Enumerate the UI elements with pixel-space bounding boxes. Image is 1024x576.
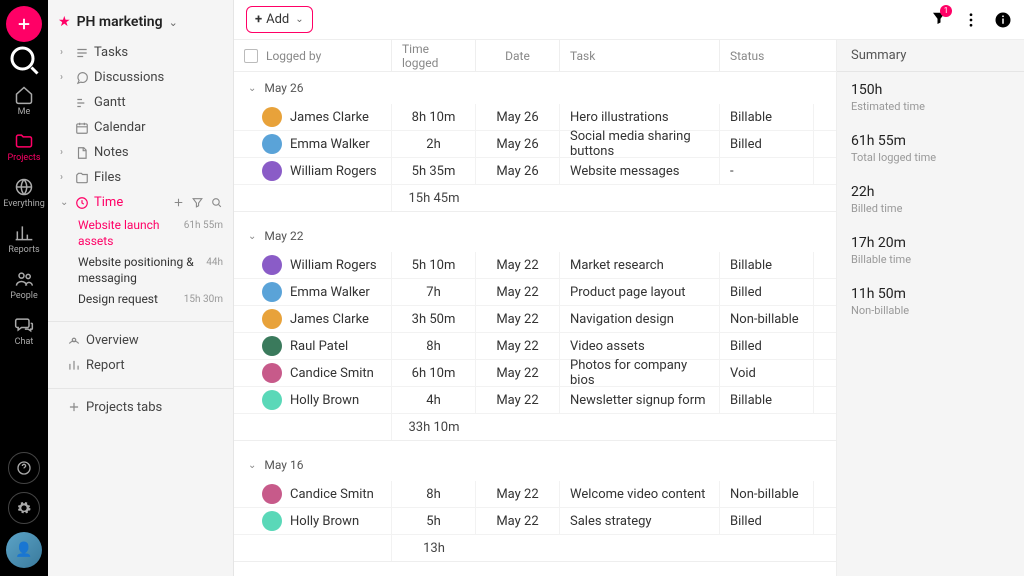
group-subtotal: 13h [234,535,836,562]
sidebar-overview[interactable]: Overview [48,328,233,353]
col-status: Status [720,40,814,71]
table-row[interactable]: Holly Brown 5h May 22 Sales strategy Bil… [234,508,836,535]
col-date: Date [476,40,560,71]
rail-chat[interactable]: Chat [0,308,48,354]
search-icon[interactable] [210,196,223,209]
sidebar-files[interactable]: ›Files [48,165,233,190]
info-icon[interactable] [994,11,1012,29]
rail-people[interactable]: People [0,262,48,308]
table-row[interactable]: James Clarke 3h 50m May 22 Navigation de… [234,306,836,333]
rail-everything[interactable]: Everything [0,170,48,216]
table-row[interactable]: James Clarke 8h 10m May 26 Hero illustra… [234,104,836,131]
sidebar-calendar[interactable]: Calendar [48,115,233,140]
time-sub-item[interactable]: Website launch assets61h 55m [48,215,233,252]
more-icon[interactable] [962,11,980,29]
summary-item: 17h 20mBillable time [837,225,1024,276]
date-group-header[interactable]: ⌄May 16 [234,449,836,481]
filter-icon[interactable] [191,196,204,209]
search-button[interactable] [6,42,42,78]
table-row[interactable]: Emma Walker 7h May 22 Product page layou… [234,279,836,306]
star-icon: ★ [58,14,71,30]
summary-item: 22hBilled time [837,174,1024,225]
sidebar-projects-tabs[interactable]: Projects tabs [48,395,233,420]
rail-projects[interactable]: Projects [0,124,48,170]
rail-reports[interactable]: Reports [0,216,48,262]
project-name: PH marketing [77,14,163,30]
group-subtotal: 15h 45m [234,185,836,212]
summary-item: 11h 50mNon-billable [837,276,1024,327]
date-group-header[interactable]: ⌄May 26 [234,72,836,104]
date-group-header[interactable]: ⌄May 22 [234,220,836,252]
chevron-down-icon: ⌄ [169,16,178,29]
summary-item: 61h 55mTotal logged time [837,123,1024,174]
summary-title: Summary [837,40,1024,72]
table-row[interactable]: Emma Walker 2h May 26 Social media shari… [234,131,836,158]
table-row[interactable]: William Rogers 5h 35m May 26 Website mes… [234,158,836,185]
topbar: + Add ⌄ [234,0,1024,40]
group-subtotal: 33h 10m [234,414,836,441]
settings-button[interactable] [8,492,40,524]
col-task: Task [560,40,720,71]
rail-me[interactable]: Me [0,78,48,124]
sidebar-time[interactable]: ⌄ Time [48,190,233,215]
time-table: Logged by Time logged Date Task Status ⌄… [234,40,836,576]
sidebar-report[interactable]: Report [48,353,233,378]
select-all-checkbox[interactable] [244,49,258,63]
table-row[interactable]: Holly Brown 4h May 22 Newsletter signup … [234,387,836,414]
user-avatar[interactable]: 👤 [6,532,42,568]
summary-item: 150hEstimated time [837,72,1024,123]
summary-panel: Summary 150hEstimated time61h 55mTotal l… [836,40,1024,576]
table-row[interactable]: Candice Smitn 8h May 22 Welcome video co… [234,481,836,508]
sidebar: ★ PH marketing ⌄ ›Tasks ›Discussions Gan… [48,0,234,576]
chevron-down-icon: ⌄ [295,14,303,25]
project-switcher[interactable]: ★ PH marketing ⌄ [48,8,233,40]
sidebar-gantt[interactable]: Gantt [48,90,233,115]
table-row[interactable]: Raul Patel 8h May 22 Video assets Billed [234,333,836,360]
col-time-logged: Time logged [392,40,476,71]
filter-button[interactable] [930,9,948,31]
sidebar-notes[interactable]: ›Notes [48,140,233,165]
table-row[interactable]: Candice Smitn 6h 10m May 22 Photos for c… [234,360,836,387]
time-sub-item[interactable]: Website positioning & messaging44h [48,252,233,289]
sidebar-discussions[interactable]: ›Discussions [48,65,233,90]
table-row[interactable]: William Rogers 5h 10m May 22 Market rese… [234,252,836,279]
create-button[interactable] [6,6,42,42]
add-button[interactable]: + Add ⌄ [246,6,313,33]
col-logged-by: Logged by [266,49,321,63]
help-button[interactable] [8,452,40,484]
sidebar-tasks[interactable]: ›Tasks [48,40,233,65]
time-sub-item[interactable]: Design request15h 30m [48,289,233,311]
add-icon[interactable] [172,196,185,209]
plus-icon: + [255,12,262,27]
